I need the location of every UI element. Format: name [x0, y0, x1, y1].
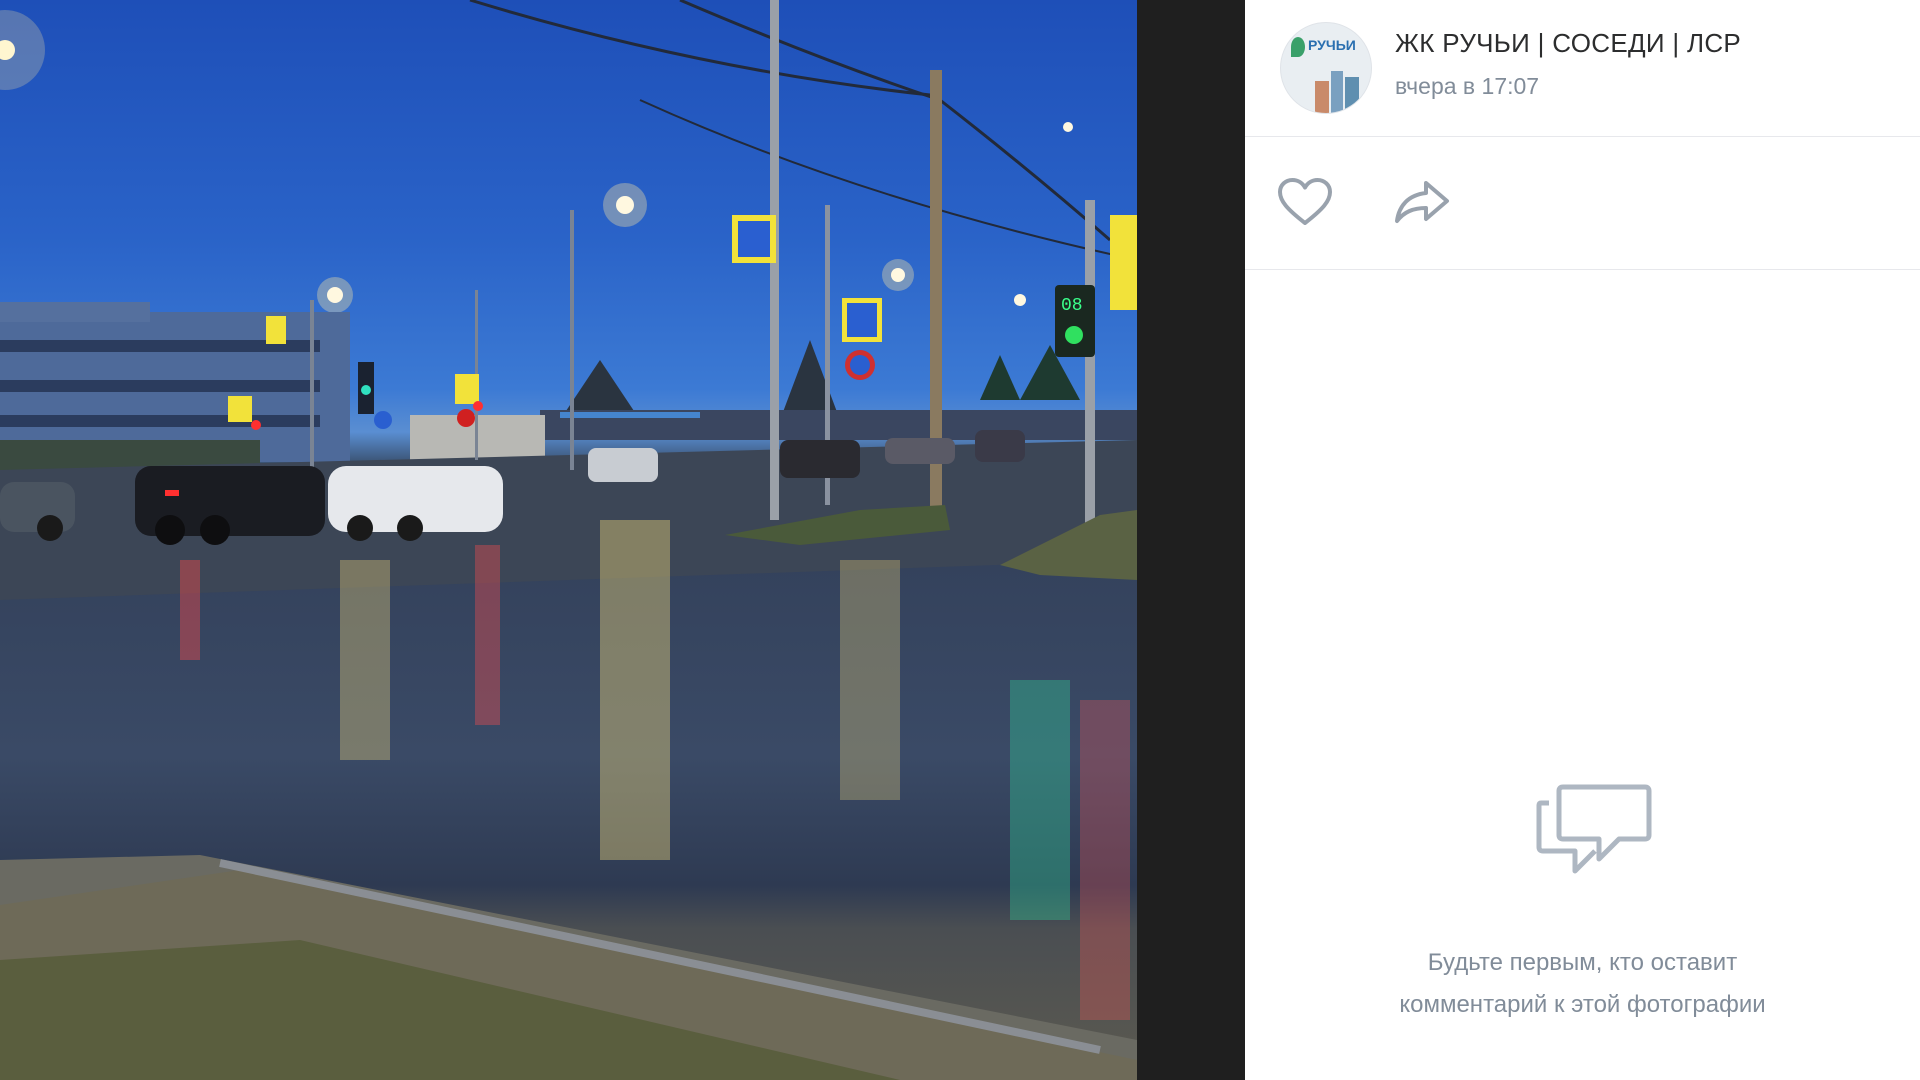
- share-button[interactable]: [1393, 179, 1451, 225]
- post-actions: [1245, 137, 1920, 270]
- post-side-panel: РУЧЬИ ЖК РУЧЬИ | СОСЕДИ | ЛСР вчера в 17…: [1245, 0, 1920, 1080]
- empty-comments-line2: комментарий к этой фотографии: [1399, 991, 1766, 1018]
- group-avatar[interactable]: РУЧЬИ: [1280, 22, 1372, 114]
- like-button[interactable]: [1277, 177, 1333, 227]
- avatar-logo-text: РУЧЬИ: [1308, 37, 1356, 53]
- viewer-gap: [1137, 0, 1245, 1080]
- comments-section: Будьте первым, кто оставит комментарий к…: [1245, 270, 1920, 1080]
- traffic-counter: 08: [1061, 296, 1083, 316]
- share-arrow-icon: [1395, 181, 1449, 223]
- empty-comments-line1: Будьте первым, кто оставит: [1427, 949, 1738, 976]
- leaf-icon: [1291, 37, 1305, 57]
- post-timestamp[interactable]: вчера в 17:07: [1395, 73, 1539, 100]
- post-photo[interactable]: 08: [0, 0, 1137, 1080]
- avatar-building: [1331, 71, 1343, 113]
- avatar-building: [1345, 77, 1359, 113]
- comments-icon: [1536, 784, 1652, 874]
- photo-scene: 08: [0, 0, 1137, 1080]
- heart-icon: [1278, 178, 1332, 225]
- avatar-building: [1315, 81, 1329, 113]
- empty-comments-text: Будьте первым, кто оставит комментарий к…: [1245, 942, 1920, 1026]
- group-name-link[interactable]: ЖК РУЧЬИ | СОСЕДИ | ЛСР: [1395, 28, 1741, 59]
- post-header: РУЧЬИ ЖК РУЧЬИ | СОСЕДИ | ЛСР вчера в 17…: [1245, 0, 1920, 137]
